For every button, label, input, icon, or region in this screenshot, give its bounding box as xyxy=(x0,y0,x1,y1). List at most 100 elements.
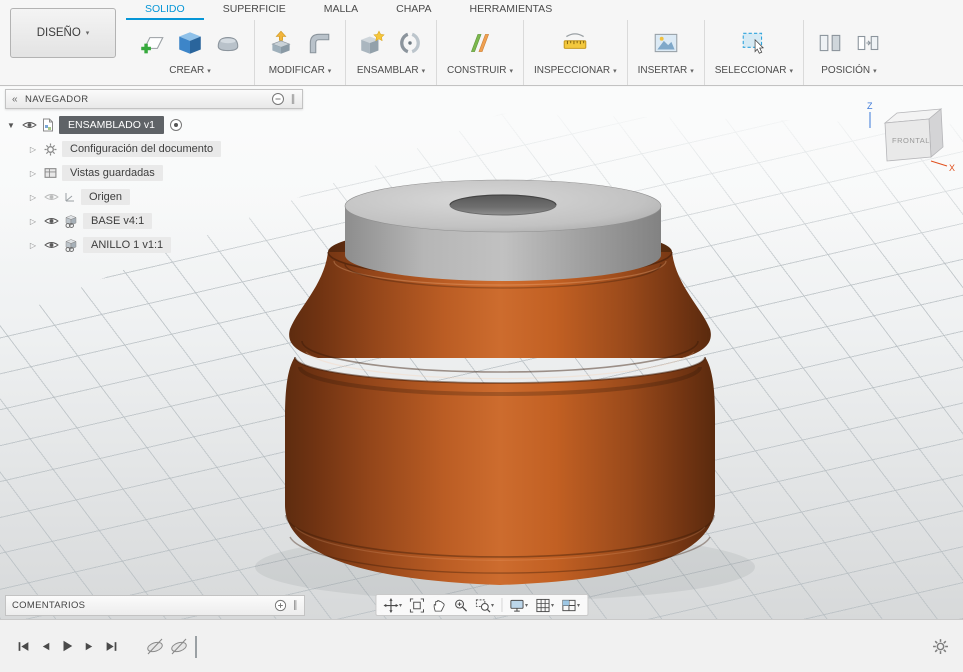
tab-malla[interactable]: MALLA xyxy=(305,0,377,20)
visibility-eye-icon[interactable] xyxy=(44,216,59,226)
revert-position-button[interactable] xyxy=(852,24,884,62)
new-component-icon xyxy=(361,30,385,54)
fillet-button[interactable] xyxy=(303,24,335,62)
select-button[interactable] xyxy=(738,24,770,62)
origin-axes-icon xyxy=(65,193,74,202)
fit-button[interactable] xyxy=(406,595,427,615)
capture-position-icon xyxy=(819,34,841,52)
step-back-icon xyxy=(42,642,49,650)
tab-chapa[interactable]: CHAPA xyxy=(377,0,450,20)
expand-open-icon[interactable]: ▼ xyxy=(5,121,17,130)
construir-dropdown[interactable]: CONSTRUIR ▾ xyxy=(447,65,513,76)
timeline-play-button[interactable] xyxy=(56,635,78,657)
seleccionar-dropdown[interactable]: SELECCIONAR ▾ xyxy=(715,65,793,76)
group-modificar: MODIFICAR ▾ xyxy=(255,20,346,85)
chevron-down-icon: ▾ xyxy=(490,602,494,609)
new-component-button[interactable] xyxy=(356,24,388,62)
zoom-window-button[interactable]: ▾ xyxy=(472,595,497,615)
capture-position-button[interactable] xyxy=(814,24,846,62)
insert-button[interactable] xyxy=(650,24,682,62)
timeline-skip-start-button[interactable] xyxy=(12,635,34,657)
group-seleccionar: SELECCIONAR ▾ xyxy=(705,20,804,85)
tab-superficie[interactable]: SUPERFICIE xyxy=(204,0,305,20)
chevron-down-icon: ▾ xyxy=(398,602,402,609)
circle-minus-icon[interactable] xyxy=(271,92,285,106)
group-ensamblar: ENSAMBLAR ▾ xyxy=(346,20,437,85)
expand-closed-icon[interactable]: ▷ xyxy=(27,193,39,202)
tree-row-ensamblado[interactable]: ▼ ENSAMBLADO v1 xyxy=(5,113,303,137)
position-feature-icon[interactable] xyxy=(168,634,190,658)
circle-plus-icon[interactable] xyxy=(274,599,287,612)
construction-plane-icon xyxy=(470,34,489,52)
press-pull-button[interactable] xyxy=(265,24,297,62)
design-menu-button[interactable]: DISEÑO ▾ xyxy=(10,8,116,58)
solid-box-button[interactable] xyxy=(174,24,206,62)
tree-label[interactable]: ANILLO 1 v1:1 xyxy=(83,237,172,253)
tree-row-document-settings[interactable]: ▷ Configuración del documento xyxy=(5,137,303,161)
navigator-header[interactable]: « NAVEGADOR ∥ xyxy=(5,89,303,109)
measure-button[interactable] xyxy=(559,24,591,62)
modificar-dropdown[interactable]: MODIFICAR ▾ xyxy=(269,65,332,76)
tree-row-anillo[interactable]: ▷ ANILLO 1 v1:1 xyxy=(5,233,303,257)
zoom-button[interactable] xyxy=(450,595,471,615)
expand-closed-icon[interactable]: ▷ xyxy=(27,241,39,250)
viewcube[interactable]: Z FRONTAL X xyxy=(861,95,957,177)
zoom-in-icon xyxy=(454,599,467,612)
collapse-panel-icon[interactable]: « xyxy=(12,94,18,105)
insertar-dropdown[interactable]: INSERTAR ▾ xyxy=(638,65,694,76)
tree-row-origen[interactable]: ▷ Origen xyxy=(5,185,303,209)
tree-row-base[interactable]: ▷ BASE v4:1 xyxy=(5,209,303,233)
joint-button[interactable] xyxy=(394,24,426,62)
expand-closed-icon[interactable]: ▷ xyxy=(27,145,39,154)
pan-button[interactable]: ▾ xyxy=(380,595,405,615)
tab-herramientas[interactable]: HERRAMIENTAS xyxy=(451,0,572,20)
gear-icon xyxy=(932,638,948,654)
expand-closed-icon[interactable]: ▷ xyxy=(27,169,39,178)
display-settings-icon xyxy=(509,599,524,612)
tree-label[interactable]: Origen xyxy=(81,189,131,205)
gear-icon xyxy=(44,143,57,155)
group-crear: CREAR ▾ xyxy=(126,20,255,85)
activate-radio-icon[interactable] xyxy=(169,118,183,132)
comments-title: COMENTARIOS xyxy=(12,600,86,611)
chevron-down-icon: ▾ xyxy=(421,67,426,75)
visibility-off-eye-icon[interactable] xyxy=(44,192,59,202)
timeline-bar xyxy=(0,619,963,672)
timeline-step-back-button[interactable] xyxy=(34,635,56,657)
tree-label[interactable]: Vistas guardadas xyxy=(62,165,163,181)
tab-solido[interactable]: SOLIDO xyxy=(126,0,204,20)
chevron-down-icon: ▾ xyxy=(85,30,90,37)
group-insertar: INSERTAR ▾ xyxy=(628,20,705,85)
timeline-cursor[interactable] xyxy=(195,636,197,658)
timeline-skip-end-button[interactable] xyxy=(100,635,122,657)
panel-grip-icon[interactable]: ∥ xyxy=(293,600,298,611)
tree-label[interactable]: Configuración del documento xyxy=(62,141,222,157)
joint-icon xyxy=(400,32,420,54)
display-settings-button[interactable]: ▾ xyxy=(506,595,531,615)
posicion-dropdown[interactable]: POSICIÓN ▾ xyxy=(821,65,876,76)
group-inspeccionar: INSPECCIONAR ▾ xyxy=(524,20,628,85)
expand-closed-icon[interactable]: ▷ xyxy=(27,217,39,226)
insert-image-icon xyxy=(654,33,677,53)
panel-grip-icon[interactable]: ∥ xyxy=(291,94,296,105)
construction-plane-button[interactable] xyxy=(464,24,496,62)
crear-dropdown[interactable]: CREAR ▾ xyxy=(169,65,211,76)
create-sketch-button[interactable] xyxy=(136,24,168,62)
orbit-hand-button[interactable] xyxy=(428,595,449,615)
inspeccionar-dropdown[interactable]: INSPECCIONAR ▾ xyxy=(534,65,617,76)
position-feature-icon[interactable] xyxy=(144,634,166,658)
timeline-settings-button[interactable] xyxy=(929,635,951,657)
select-icon xyxy=(742,32,764,54)
tree-label[interactable]: BASE v4:1 xyxy=(83,213,153,229)
viewport-3d[interactable]: Z FRONTAL X « NAVEGADOR ∥ ▼ ENSAMBLADO v… xyxy=(0,87,963,619)
visibility-eye-icon[interactable] xyxy=(22,120,37,130)
timeline-step-forward-button[interactable] xyxy=(78,635,100,657)
ensamblar-dropdown[interactable]: ENSAMBLAR ▾ xyxy=(357,65,425,76)
viewports-button[interactable]: ▾ xyxy=(558,595,583,615)
root-node-label[interactable]: ENSAMBLADO v1 xyxy=(59,116,164,134)
comments-panel-header[interactable]: COMENTARIOS ∥ xyxy=(5,595,305,616)
create-form-button[interactable] xyxy=(212,24,244,62)
grid-snap-button[interactable]: ▾ xyxy=(532,595,557,615)
tree-row-saved-views[interactable]: ▷ Vistas guardadas xyxy=(5,161,303,185)
visibility-eye-icon[interactable] xyxy=(44,240,59,250)
